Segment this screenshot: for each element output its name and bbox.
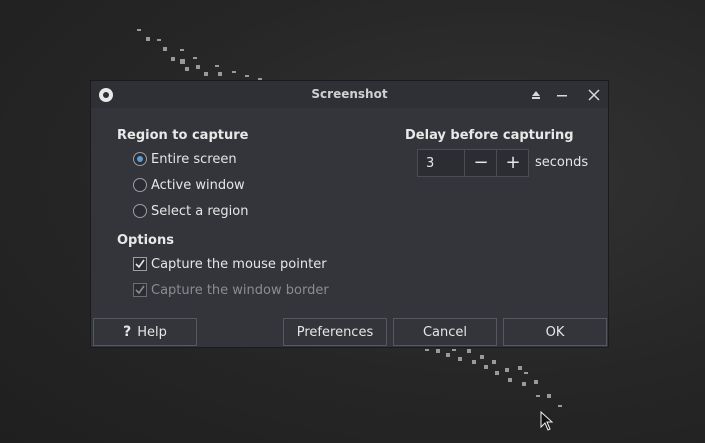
cancel-button[interactable]: Cancel [393, 318, 497, 346]
screenshot-dialog: Screenshot Region to capture Entire scre… [90, 80, 609, 348]
increment-button[interactable]: + [496, 150, 529, 176]
minimize-icon[interactable] [553, 86, 571, 104]
delay-unit-label: seconds [535, 155, 589, 170]
checkbox[interactable] [133, 257, 147, 271]
radio-button[interactable] [133, 178, 147, 192]
radio-button[interactable] [133, 152, 147, 166]
radio-label: Entire screen [151, 151, 237, 167]
preferences-button[interactable]: Preferences [283, 318, 387, 346]
checkbox-capture-pointer[interactable]: Capture the mouse pointer [133, 255, 327, 273]
checkbox-capture-border: Capture the window border [133, 281, 329, 299]
radio-select-region[interactable]: Select a region [133, 202, 248, 220]
checkbox [133, 283, 147, 297]
radio-entire-screen[interactable]: Entire screen [133, 150, 237, 168]
delay-heading: Delay before capturing [405, 128, 574, 143]
help-label: Help [137, 324, 167, 340]
radio-label: Active window [151, 177, 245, 193]
close-icon[interactable] [585, 86, 603, 104]
checkbox-label: Capture the mouse pointer [151, 256, 327, 272]
delay-value[interactable]: 3 [426, 156, 434, 171]
decrement-button[interactable]: − [464, 150, 497, 176]
titlebar[interactable]: Screenshot [91, 81, 608, 108]
options-heading: Options [117, 233, 174, 248]
checkmark-icon [135, 259, 145, 269]
help-icon: ? [123, 324, 132, 340]
ok-button[interactable]: OK [503, 318, 607, 346]
radio-label: Select a region [151, 203, 249, 219]
mouse-pointer-icon [540, 410, 554, 435]
region-heading: Region to capture [117, 128, 249, 143]
eject-icon[interactable] [527, 86, 545, 104]
radio-active-window[interactable]: Active window [133, 176, 245, 194]
checkmark-icon [135, 285, 145, 295]
delay-spinbox[interactable]: 3 − + [417, 149, 529, 177]
radio-button[interactable] [133, 204, 147, 218]
checkbox-label: Capture the window border [151, 282, 329, 298]
help-button[interactable]: ? Help [93, 318, 197, 346]
